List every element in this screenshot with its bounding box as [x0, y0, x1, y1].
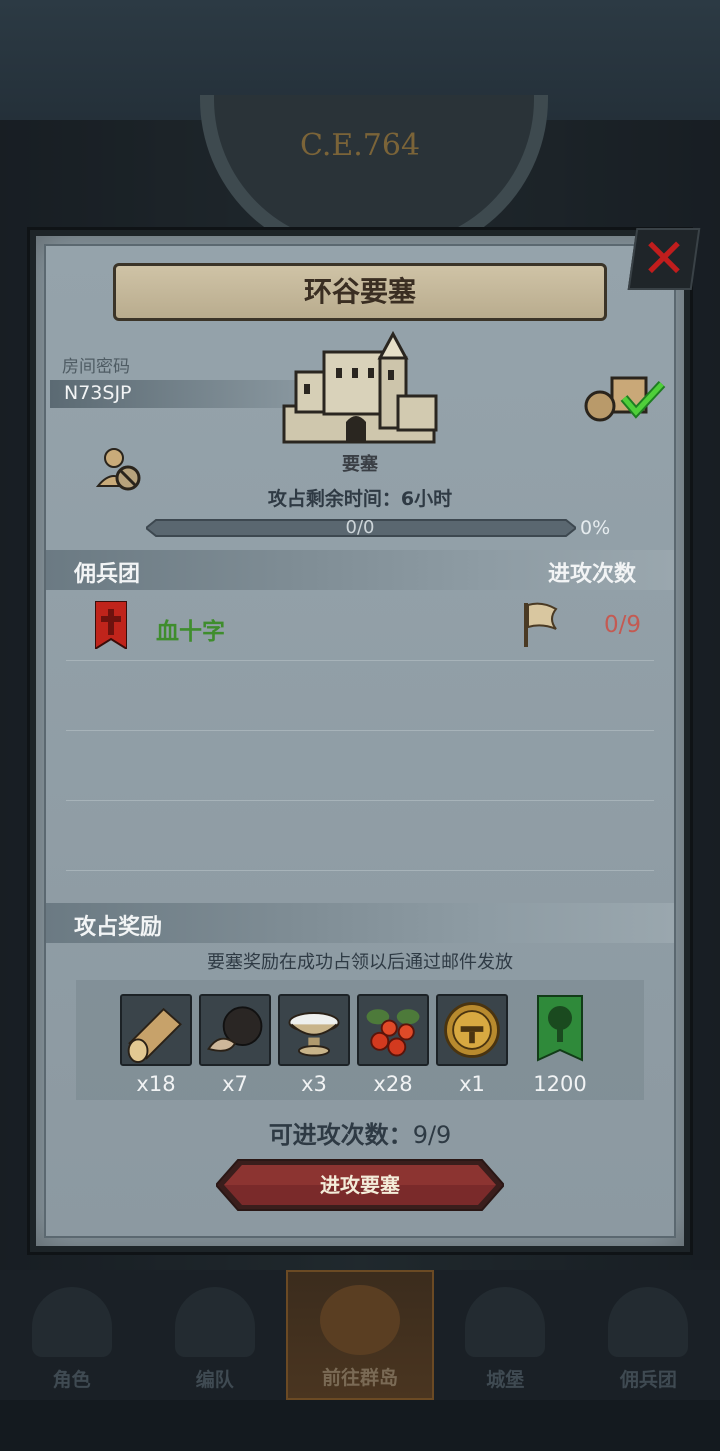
room-code[interactable]: N73SJP [64, 382, 132, 404]
row-divider [66, 730, 654, 731]
title-banner: 环谷要塞 [113, 263, 607, 321]
reward-item[interactable]: x28 [357, 994, 429, 1096]
red-cross-banner-icon [95, 601, 127, 649]
nav-character[interactable]: 角色 [0, 1270, 143, 1400]
close-button[interactable]: ✕ [627, 227, 701, 290]
supplies-ready-icon[interactable] [584, 372, 666, 422]
nav-islands[interactable]: 前往群岛 [286, 1270, 434, 1400]
attempts-label: 可进攻次数： [268, 1121, 413, 1149]
truffle-icon [199, 994, 271, 1066]
time-remaining: 攻占剩余时间：6小时 [267, 488, 453, 510]
guild-name[interactable]: 血十字 [156, 612, 225, 646]
bottom-nav: 角色 编队 前往群岛 城堡 佣兵团 [0, 1270, 720, 1400]
nav-label: 佣兵团 [619, 1369, 677, 1391]
reward-qty: x1 [459, 1072, 485, 1096]
nav-label: 前往群岛 [322, 1367, 399, 1389]
castle-icon [282, 330, 438, 444]
room-password-label: 房间密码 [62, 357, 130, 377]
berries-icon [357, 994, 429, 1066]
nav-label: 编队 [195, 1369, 234, 1391]
row-divider [66, 660, 654, 661]
reward-qty: x3 [301, 1072, 327, 1096]
row-divider [66, 870, 654, 871]
nav-formation[interactable]: 编队 [143, 1270, 286, 1400]
reward-header-label: 攻占奖励 [74, 915, 163, 940]
flag-icon [524, 602, 558, 647]
reward-item[interactable]: x18 [120, 994, 192, 1096]
reward-qty: 1200 [533, 1072, 587, 1096]
compass-icon [320, 1285, 400, 1355]
cream-bowl-icon [278, 994, 350, 1066]
row-divider [66, 800, 654, 801]
reward-qty: x28 [373, 1072, 413, 1096]
system-nav-bar [0, 1400, 720, 1451]
tree-banner-icon [537, 995, 583, 1062]
guild-header-label: 佣兵团 [74, 562, 141, 587]
reward-item[interactable]: x7 [199, 994, 271, 1096]
reward-item[interactable]: x3 [278, 994, 350, 1096]
helmet-icon [174, 1287, 255, 1357]
reward-item[interactable]: x1 [436, 994, 508, 1096]
era-label: C.E.764 [299, 128, 421, 163]
progress-percent: 0% [580, 517, 611, 539]
guild-attack-count: 0/9 [604, 612, 642, 638]
attempts-remaining: 可进攻次数：9/9 [0, 1115, 720, 1150]
mercenary-icon [608, 1287, 689, 1357]
knight-icon [31, 1287, 112, 1357]
attempts-value: 9/9 [412, 1121, 452, 1149]
reward-qty: x18 [136, 1072, 176, 1096]
close-icon: ✕ [641, 227, 687, 290]
nav-label: 城堡 [486, 1369, 525, 1391]
reward-note: 要塞奖励在成功占领以后通过邮件发放 [207, 952, 513, 973]
dialog-title: 环谷要塞 [303, 275, 416, 308]
attack-count-header: 进攻次数 [548, 562, 637, 587]
golden-helmet-icon [436, 994, 508, 1066]
reward-qty: x7 [222, 1072, 248, 1096]
castle-nav-icon [465, 1287, 546, 1357]
nav-mercenary[interactable]: 佣兵团 [577, 1270, 720, 1400]
attack-fortress-button[interactable]: 进攻要塞 [216, 1158, 504, 1212]
reward-item[interactable]: 1200 [530, 994, 590, 1096]
progress-value: 0/0 [345, 517, 375, 538]
wood-log-icon [120, 994, 192, 1066]
nav-castle[interactable]: 城堡 [434, 1270, 577, 1400]
nav-label: 角色 [52, 1369, 91, 1391]
